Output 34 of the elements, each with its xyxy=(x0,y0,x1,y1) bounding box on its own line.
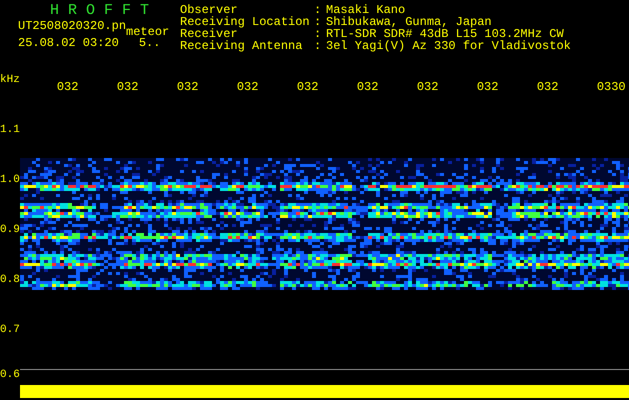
frequency-label: 1.0 xyxy=(0,174,20,186)
info-separator: : xyxy=(314,40,322,52)
time-label: 032 xyxy=(356,81,380,96)
frequency-label: 1.1 xyxy=(0,124,20,136)
time-label: 032 xyxy=(56,81,80,96)
axis-unit: kHz xyxy=(0,74,20,88)
time-label: 032 xyxy=(536,81,560,96)
info-value: Masaki Kano xyxy=(326,4,406,16)
info-value: Shibukawa, Gunma, Japan xyxy=(326,16,492,28)
time-label: 0330 xyxy=(596,81,627,96)
time-label: 032 xyxy=(236,81,260,96)
time-label: 032 xyxy=(476,81,500,96)
info-value: RTL-SDR SDR# 43dB L15 103.2MHz CW xyxy=(326,28,564,40)
info-separator: : xyxy=(314,4,322,16)
time-label: 032 xyxy=(116,81,140,96)
frequency-label: 0.7 xyxy=(0,324,20,336)
info-value: 3el Yagi(V) Az 330 for Vladivostok xyxy=(326,40,571,52)
frequency-label: 0.8 xyxy=(0,274,20,286)
info-label: Receiver xyxy=(180,28,238,40)
frequency-label: 0.9 xyxy=(0,224,20,236)
info-separator: : xyxy=(314,16,322,28)
frequency-label: 0.6 xyxy=(0,369,20,381)
info-label: Receiving Antenna xyxy=(180,40,304,52)
file-name: UT2508020320.pn xyxy=(18,20,126,35)
info-label: Observer xyxy=(180,4,238,16)
info-separator: : xyxy=(314,28,322,40)
detection-count: 5.. xyxy=(138,37,160,49)
info-label: Receiving Location xyxy=(180,16,311,28)
time-label: 032 xyxy=(176,81,200,96)
app-title: H R O F F T xyxy=(49,4,150,18)
time-label: 032 xyxy=(296,81,320,96)
time-label: 032 xyxy=(416,81,440,96)
date-time: 25.08.02 03:20 xyxy=(18,37,119,49)
mode-label: meteor xyxy=(126,26,170,38)
